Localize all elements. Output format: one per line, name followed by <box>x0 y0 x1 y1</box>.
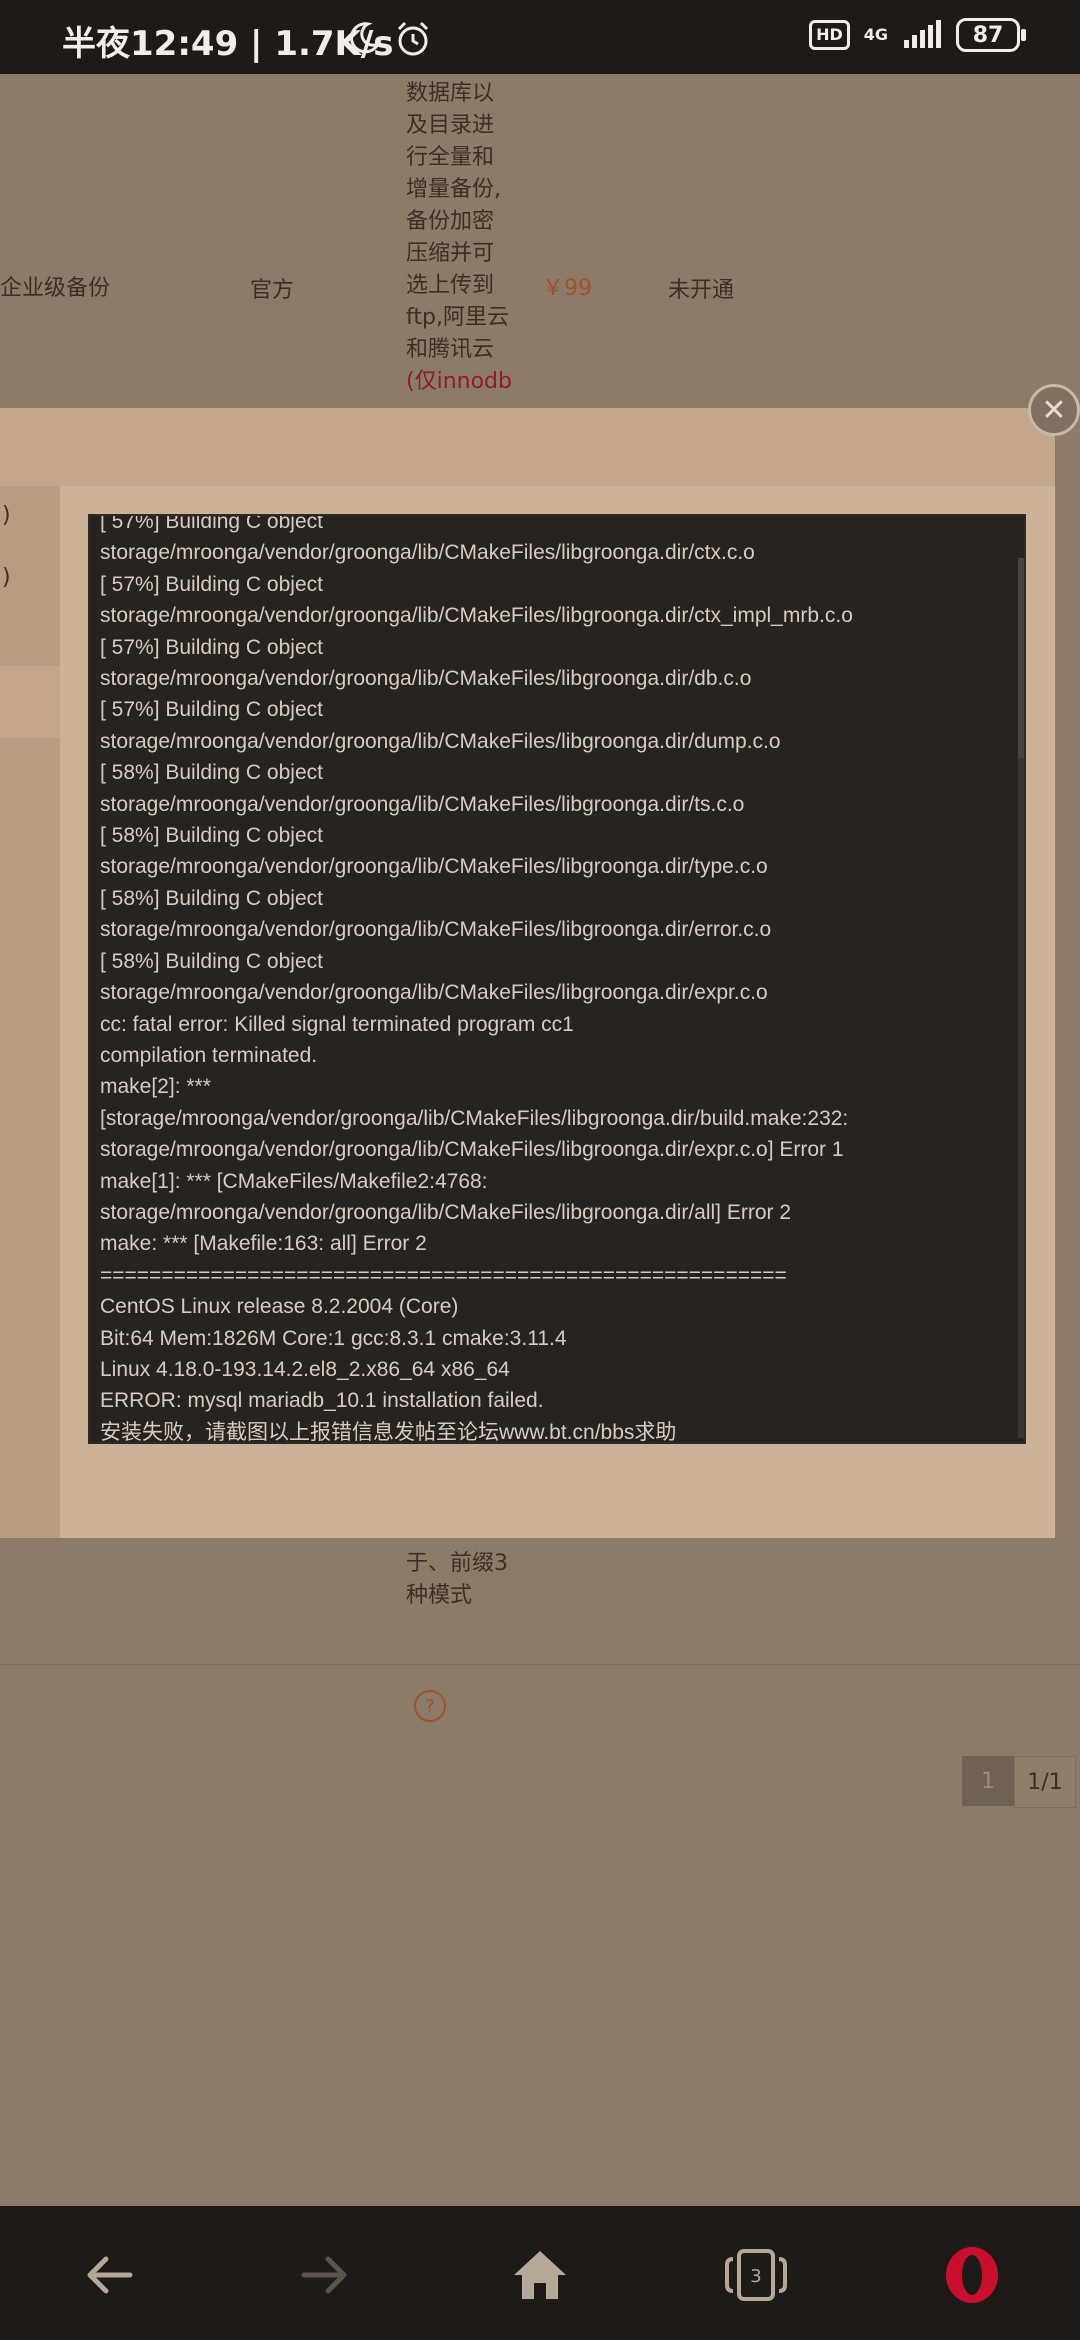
terminal-line: make[2]: *** <box>100 1075 211 1099</box>
description-line: 备份加密 <box>406 209 495 234</box>
home-button[interactable] <box>505 2240 575 2310</box>
network-type: 4G <box>863 25 888 44</box>
terminal-line: [ 58%] Building C object <box>100 886 323 910</box>
page-total: 1/1 <box>1014 1756 1076 1808</box>
pagination: 1 1/1 <box>962 1756 1076 1808</box>
battery-level: 87 <box>972 22 1004 48</box>
terminal-line: storage/mroonga/vendor/groonga/lib/CMake… <box>100 729 781 753</box>
terminal-line: storage/mroonga/vendor/groonga/lib/CMake… <box>100 792 745 816</box>
terminal-line: CentOS Linux release 8.2.2004 (Core) <box>100 1295 459 1319</box>
description-line: 压缩并可 <box>406 241 495 266</box>
terminal-line: storage/mroonga/vendor/groonga/lib/CMake… <box>100 667 752 691</box>
terminal-line: storage/mroonga/vendor/groonga/lib/CMake… <box>100 541 755 565</box>
description-line: 于、前缀3 <box>406 1551 508 1576</box>
terminal-line: ========================================… <box>100 1263 787 1287</box>
description-line: 种模式 <box>406 1583 473 1608</box>
terminal-line: storage/mroonga/vendor/groonga/lib/CMake… <box>100 604 853 628</box>
page-current[interactable]: 1 <box>962 1756 1014 1806</box>
terminal-line: storage/mroonga/vendor/groonga/lib/CMake… <box>100 1138 844 1162</box>
terminal-line: [ 57%] Building C object <box>100 514 323 533</box>
description-line: 数据库以 <box>406 81 495 106</box>
terminal-line: [ 58%] Building C object <box>100 761 323 785</box>
terminal-line: [ 58%] Building C object <box>100 949 323 973</box>
terminal-line: cc: fatal error: Killed signal terminate… <box>100 1012 574 1036</box>
terminal-line: Bit:64 Mem:1826M Core:1 gcc:8.3.1 cmake:… <box>100 1326 567 1350</box>
battery-icon: 87 <box>956 18 1026 52</box>
install-log-terminal[interactable]: [ 57%] Building C object storage/mroonga/… <box>88 514 1026 1444</box>
back-arrow-icon <box>87 2256 133 2294</box>
terminal-line: [ 57%] Building C object <box>100 635 323 659</box>
help-icon[interactable]: ? <box>414 1690 446 1722</box>
home-icon <box>514 2251 566 2299</box>
back-button[interactable] <box>74 2240 144 2310</box>
side-item[interactable]: ) <box>0 486 60 546</box>
divider <box>0 1664 1080 1665</box>
tabs-count: 3 <box>750 2266 761 2287</box>
terminal-line: 安装失败，请截图以上报错信息发帖至论坛www.bt.cn/bbs求助 <box>100 1420 677 1444</box>
terminal-line: storage/mroonga/vendor/groonga/lib/CMake… <box>100 918 772 942</box>
description-line: 行全量和 <box>406 145 495 170</box>
terminal-line: storage/mroonga/vendor/groonga/lib/CMake… <box>100 855 768 879</box>
status-time: 半夜12:49 | 1.7K/s <box>62 24 394 64</box>
terminal-line: [ 57%] Building C object <box>100 698 323 722</box>
terminal-line: make: *** [Makefile:163: all] Error 2 <box>100 1232 427 1256</box>
plugin-name: 企业级备份 <box>0 276 111 301</box>
terminal-line: compilation terminated. <box>100 1043 318 1067</box>
forward-button[interactable] <box>290 2240 360 2310</box>
plugin-description: 数据库以 及目录进 行全量和 增量备份, 备份加密 压缩并可 选上传到 ftp,… <box>406 78 516 398</box>
terminal-line: make[1]: *** [CMakeFiles/Makefile2:4768: <box>100 1169 488 1193</box>
opera-menu-button[interactable] <box>937 2240 1007 2310</box>
plugin-vendor: 官方 <box>250 278 295 303</box>
description-line: 选上传到 <box>406 273 495 298</box>
description-line: ftp,阿里云 <box>406 305 509 330</box>
terminal-line: [storage/mroonga/vendor/groonga/lib/CMak… <box>100 1106 849 1130</box>
browser-nav-bar: 3 <box>0 2206 1080 2340</box>
close-icon[interactable]: ✕ <box>1028 384 1080 436</box>
side-item[interactable]: ) <box>0 548 60 608</box>
terminal-output: [ 57%] Building C object storage/mroonga/… <box>100 514 1000 1444</box>
terminal-scroll-thumb[interactable] <box>1018 558 1024 758</box>
terminal-line: storage/mroonga/vendor/groonga/lib/CMake… <box>100 981 768 1005</box>
terminal-line: Linux 4.18.0-193.14.2.el8_2.x86_64 x86_6… <box>100 1357 510 1381</box>
status-bar: 半夜12:49 | 1.7K/s HD 4G 87 <box>0 0 1080 74</box>
modal-sidebar: ) ) <box>0 486 60 1538</box>
tabs-icon: 3 <box>725 2249 787 2301</box>
lower-description: 于、前缀3 种模式 <box>406 1548 516 1612</box>
description-line: 及目录进 <box>406 113 495 138</box>
terminal-line: [ 58%] Building C object <box>100 824 323 848</box>
side-item-selected[interactable] <box>0 666 60 738</box>
terminal-line: [ 57%] Building C object <box>100 572 323 596</box>
signal-icon <box>904 20 941 48</box>
moon-icon <box>349 22 382 54</box>
description-note: (仅innodb <box>406 369 512 394</box>
terminal-line: ERROR: mysql mariadb_10.1 installation f… <box>100 1389 544 1413</box>
opera-logo-icon <box>946 2247 998 2303</box>
description-line: 增量备份, <box>406 177 501 202</box>
plugin-price: ￥99 <box>542 276 592 301</box>
hd-icon: HD <box>809 20 850 50</box>
forward-arrow-icon <box>301 2256 347 2294</box>
tabs-button[interactable]: 3 <box>721 2240 791 2310</box>
plugin-status[interactable]: 未开通 <box>668 272 734 304</box>
alarm-icon <box>397 21 429 56</box>
terminal-line: storage/mroonga/vendor/groonga/lib/CMake… <box>100 1200 792 1224</box>
description-line: 和腾讯云 <box>406 337 495 362</box>
